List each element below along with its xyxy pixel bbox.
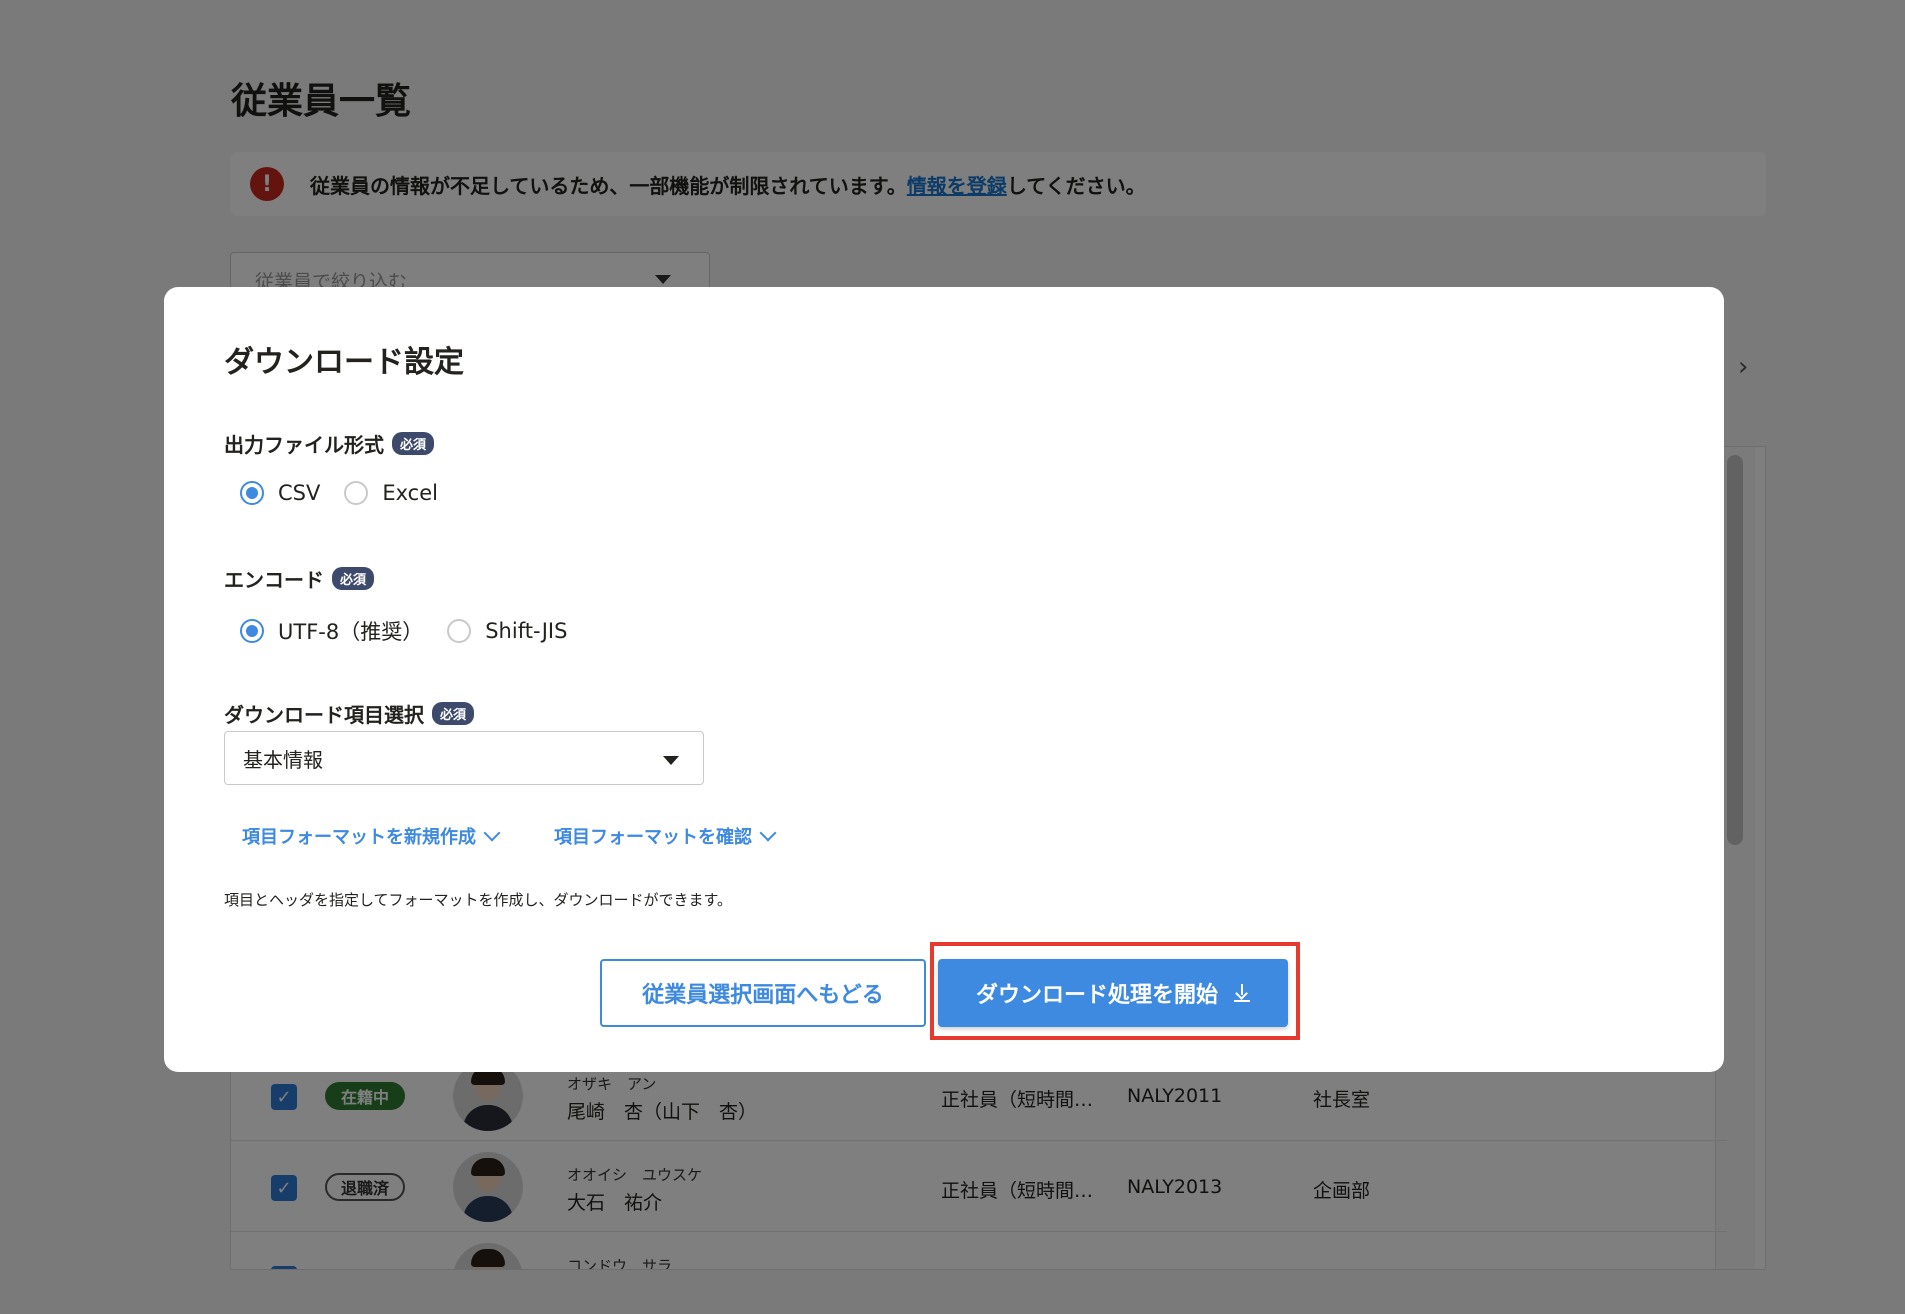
encoding-radio-group: UTF-8（推奨） Shift-JIS (240, 616, 591, 646)
caret-down-icon (663, 756, 679, 765)
back-to-selection-button[interactable]: 従業員選択画面へもどる (600, 959, 926, 1027)
required-badge: 必須 (432, 702, 475, 725)
radio-excel[interactable] (344, 481, 369, 505)
file-format-label: 出力ファイル形式 必須 (224, 429, 435, 458)
required-badge: 必須 (392, 432, 435, 455)
file-format-radio-group: CSV Excel (240, 481, 462, 505)
new-format-link[interactable]: 項目フォーマットを新規作成 (242, 823, 501, 849)
download-settings-dialog: ダウンロード設定 出力ファイル形式 必須 CSV Excel エンコード 必須 … (164, 287, 1724, 1072)
download-icon (1234, 984, 1250, 1002)
radio-csv[interactable] (240, 481, 264, 505)
encoding-label: エンコード 必須 (224, 564, 375, 593)
helper-text: 項目とヘッダを指定してフォーマットを作成し、ダウンロードができます。 (224, 891, 733, 909)
radio-excel-label[interactable]: Excel (382, 481, 438, 505)
radio-utf8[interactable] (240, 619, 264, 643)
chevron-down-icon (483, 824, 501, 842)
select-value: 基本情報 (243, 747, 323, 772)
chevron-down-icon (759, 824, 777, 842)
radio-shiftjis-label[interactable]: Shift-JIS (485, 619, 567, 643)
radio-utf8-label[interactable]: UTF-8（推奨） (278, 616, 423, 646)
download-items-label: ダウンロード項目選択 必須 (224, 699, 475, 728)
radio-shiftjis[interactable] (447, 619, 472, 643)
required-badge: 必須 (332, 567, 375, 590)
start-download-button[interactable]: ダウンロード処理を開始 (938, 959, 1288, 1027)
download-items-select[interactable]: 基本情報 (224, 731, 704, 785)
check-format-link[interactable]: 項目フォーマットを確認 (554, 823, 777, 849)
dialog-title: ダウンロード設定 (224, 345, 464, 380)
radio-csv-label[interactable]: CSV (278, 481, 320, 505)
